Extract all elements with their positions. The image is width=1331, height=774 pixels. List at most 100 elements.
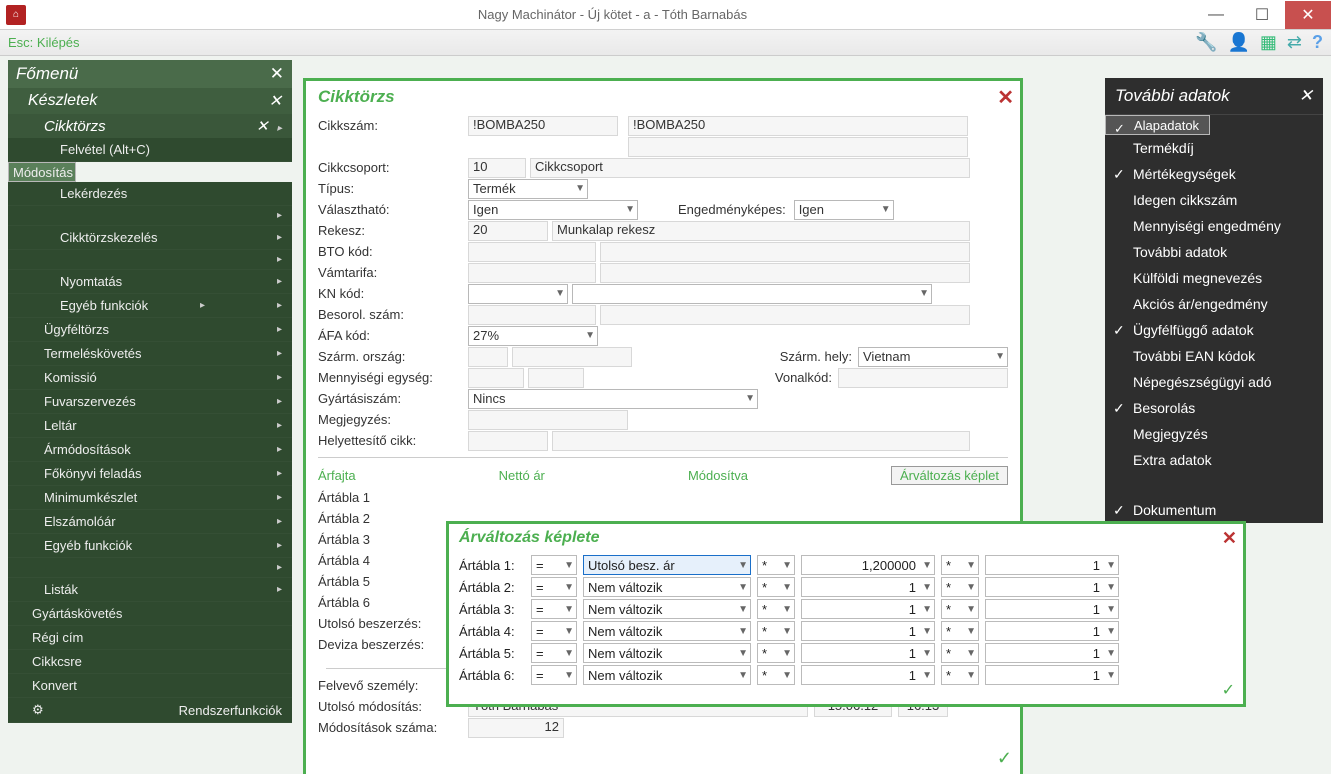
menu-item-cikktorzkez[interactable]: Cikktörzskezelés▸	[8, 226, 292, 250]
menu-item-gyartas[interactable]: Gyártáskövetés	[8, 602, 292, 626]
menu-item-listak[interactable]: Listák▸	[8, 578, 292, 602]
op2-select[interactable]: *▼	[941, 555, 979, 575]
minimize-button[interactable]: —	[1193, 1, 1239, 29]
flyout-item[interactable]: Akciós ár/engedmény	[1105, 291, 1323, 317]
val1-input[interactable]: 1▼	[801, 621, 935, 641]
menu-item-fokonyvi[interactable]: Főkönyvi feladás▸	[8, 462, 292, 486]
close-icon[interactable]: ✕	[256, 118, 269, 135]
vonalkod-input[interactable]	[838, 368, 1008, 388]
eq-select[interactable]: =▼	[531, 555, 577, 575]
eq-select[interactable]: =▼	[531, 599, 577, 619]
kn-select[interactable]: ▼	[468, 284, 568, 304]
op2-select[interactable]: *▼	[941, 665, 979, 685]
menu-item-modositas[interactable]: Módosítás	[8, 162, 76, 182]
source-select[interactable]: Nem változik▼	[583, 599, 751, 619]
source-select[interactable]: Utolsó besz. ár▼	[583, 555, 751, 575]
op2-select[interactable]: *▼	[941, 621, 979, 641]
val2-input[interactable]: 1▼	[985, 599, 1119, 619]
op1-select[interactable]: *▼	[757, 665, 795, 685]
panel-close-icon[interactable]: ✕	[997, 85, 1014, 110]
wrench-icon[interactable]: 🔧	[1195, 32, 1217, 53]
cikkszam-name[interactable]: !BOMBA250	[628, 116, 968, 136]
szorszag-code[interactable]	[468, 347, 508, 367]
cikkszam-name2[interactable]	[628, 137, 968, 157]
op2-select[interactable]: *▼	[941, 599, 979, 619]
cikkszam-code[interactable]: !BOMBA250	[468, 116, 618, 136]
menu-item-lekerd[interactable]: Lekérdezés	[8, 182, 292, 206]
op1-select[interactable]: *▼	[757, 599, 795, 619]
menu-item-konvert[interactable]: Konvert	[8, 674, 292, 698]
kn-name-select[interactable]: ▼	[572, 284, 932, 304]
flyout-item[interactable]: További adatok	[1105, 239, 1323, 265]
flyout-item[interactable]: További EAN kódok	[1105, 343, 1323, 369]
vamtarifa-input[interactable]	[468, 263, 596, 283]
val2-input[interactable]: 1▼	[985, 577, 1119, 597]
rekesz-code[interactable]: 20	[468, 221, 548, 241]
menu-item-rendszer[interactable]: ⚙ Rendszerfunkciók	[8, 698, 292, 723]
eq-select[interactable]: =▼	[531, 665, 577, 685]
menu-item-termeles[interactable]: Termeléskövetés▸	[8, 342, 292, 366]
rekesz-name[interactable]: Munkalap rekesz	[552, 221, 970, 241]
val1-input[interactable]: 1,200000▼	[801, 555, 935, 575]
menu-item-minkeszlet[interactable]: Minimumkészlet▸	[8, 486, 292, 510]
op2-select[interactable]: *▼	[941, 643, 979, 663]
arvaltozas-keplet-button[interactable]: Árváltozás képlet	[891, 466, 1008, 485]
cikkcsoport-code[interactable]: 10	[468, 158, 526, 178]
flyout-item[interactable]: Megjegyzés	[1105, 421, 1323, 447]
maximize-button[interactable]: ☐	[1239, 1, 1285, 29]
user-icon[interactable]: 👤	[1227, 32, 1249, 53]
flyout-item[interactable]: Népegészségügyi adó	[1105, 369, 1323, 395]
val2-input[interactable]: 1▼	[985, 643, 1119, 663]
flyout-item[interactable]: Alapadatok	[1105, 115, 1210, 135]
val2-input[interactable]: 1▼	[985, 621, 1119, 641]
menu-item-nyomtatas[interactable]: Nyomtatás▸	[8, 270, 292, 294]
valaszthato-select[interactable]: Igen▼	[468, 200, 638, 220]
source-select[interactable]: Nem változik▼	[583, 665, 751, 685]
afa-select[interactable]: 27%▼	[468, 326, 598, 346]
besorol-input[interactable]	[468, 305, 596, 325]
esc-exit-label[interactable]: Esc: Kilépés	[8, 35, 80, 50]
ok-tick-icon[interactable]: ✓	[997, 748, 1012, 769]
val1-input[interactable]: 1▼	[801, 577, 935, 597]
op1-select[interactable]: *▼	[757, 555, 795, 575]
close-icon[interactable]: ✕	[269, 91, 282, 111]
menu-item-fuvar[interactable]: Fuvarszervezés▸	[8, 390, 292, 414]
help-icon[interactable]: ?	[1312, 32, 1323, 53]
szorszag-name[interactable]	[512, 347, 632, 367]
menny-input2[interactable]	[528, 368, 584, 388]
tipus-select[interactable]: Termék▼	[468, 179, 588, 199]
popup-ok-icon[interactable]: ✓	[1222, 680, 1235, 700]
flyout-close-icon[interactable]: ✕	[1299, 86, 1313, 106]
gyartasi-select[interactable]: Nincs▼	[468, 389, 758, 409]
cikkcsoport-name[interactable]: Cikkcsoport	[530, 158, 970, 178]
val2-input[interactable]: 1▼	[985, 555, 1119, 575]
val1-input[interactable]: 1▼	[801, 665, 935, 685]
engedmeny-select[interactable]: Igen▼	[794, 200, 894, 220]
besorol-name[interactable]	[600, 305, 970, 325]
menu-item-elszamolo[interactable]: Elszámolóár▸	[8, 510, 292, 534]
menu-item-armod[interactable]: Ármódosítások▸	[8, 438, 292, 462]
flyout-item[interactable]: Mértékegységek	[1105, 161, 1323, 187]
flyout-item[interactable]: Mennyiségi engedmény	[1105, 213, 1323, 239]
flyout-item[interactable]: Ügyfélfüggő adatok	[1105, 317, 1323, 343]
eq-select[interactable]: =▼	[531, 643, 577, 663]
bto-input[interactable]	[468, 242, 596, 262]
flyout-item[interactable]: Besorolás	[1105, 395, 1323, 421]
popup-close-icon[interactable]: ✕	[1222, 528, 1237, 549]
megj-input[interactable]	[468, 410, 628, 430]
hely-code[interactable]	[468, 431, 548, 451]
source-select[interactable]: Nem változik▼	[583, 621, 751, 641]
op1-select[interactable]: *▼	[757, 577, 795, 597]
vamtarifa-name[interactable]	[600, 263, 970, 283]
menu-item-regicim[interactable]: Régi cím	[8, 626, 292, 650]
flyout-item[interactable]: Külföldi megnevezés	[1105, 265, 1323, 291]
source-select[interactable]: Nem változik▼	[583, 577, 751, 597]
menu-item-egyebl2[interactable]: Egyéb funkciók▸	[8, 534, 292, 558]
szhely-select[interactable]: Vietnam▼	[858, 347, 1008, 367]
val2-input[interactable]: 1▼	[985, 665, 1119, 685]
menny-input[interactable]	[468, 368, 524, 388]
flyout-item[interactable]: Extra adatok	[1105, 447, 1323, 473]
menu-item-ugyfel[interactable]: Ügyféltörzs▸	[8, 318, 292, 342]
menu-header-cikktorzs[interactable]: Cikktörzs✕ ▸	[8, 114, 292, 138]
op1-select[interactable]: *▼	[757, 643, 795, 663]
